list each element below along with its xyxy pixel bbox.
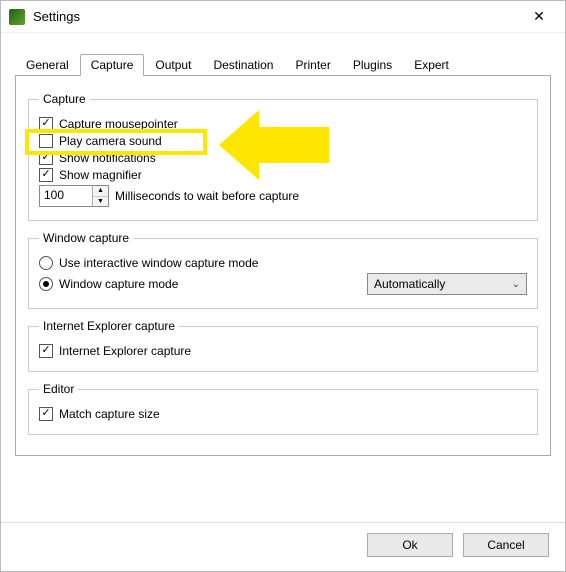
content-area: General Capture Output Destination Print… [1,33,565,522]
cancel-button[interactable]: Cancel [463,533,549,557]
checkbox-notifications[interactable] [39,151,53,165]
tab-plugins[interactable]: Plugins [342,54,403,75]
checkbox-camera-sound[interactable] [39,134,53,148]
label-ms-delay: Milliseconds to wait before capture [115,189,299,203]
label-notifications: Show notifications [59,151,156,165]
row-interactive-mode[interactable]: Use interactive window capture mode [39,256,527,270]
tab-printer[interactable]: Printer [284,54,341,75]
window-title: Settings [33,9,517,24]
tab-strip: General Capture Output Destination Print… [15,53,551,76]
ms-delay-input[interactable]: 100 ▲ ▼ [39,185,109,207]
label-ie-capture: Internet Explorer capture [59,344,191,358]
row-notifications[interactable]: Show notifications [39,151,527,165]
row-ie-capture[interactable]: Internet Explorer capture [39,344,527,358]
group-window-capture: Window capture Use interactive window ca… [28,231,538,309]
row-mousepointer[interactable]: Capture mousepointer [39,117,527,131]
row-magnifier[interactable]: Show magnifier [39,168,527,182]
close-button[interactable]: ✕ [517,2,561,32]
group-capture-legend: Capture [39,92,90,106]
row-ms-delay: 100 ▲ ▼ Milliseconds to wait before capt… [39,185,527,207]
footer: Ok Cancel [1,522,565,571]
checkbox-match-size[interactable] [39,407,53,421]
group-editor-legend: Editor [39,382,78,396]
checkbox-ie-capture[interactable] [39,344,53,358]
tab-capture[interactable]: Capture [80,54,145,76]
ms-delay-value[interactable]: 100 [40,186,92,206]
label-interactive-mode: Use interactive window capture mode [59,256,258,270]
settings-window: Settings ✕ General Capture Output Destin… [0,0,566,572]
tab-destination[interactable]: Destination [202,54,284,75]
label-mousepointer: Capture mousepointer [59,117,178,131]
spinner-up-icon[interactable]: ▲ [93,186,108,197]
combo-window-capture-mode[interactable]: Automatically ⌄ [367,273,527,295]
spinner-down-icon[interactable]: ▼ [93,197,108,207]
tab-general[interactable]: General [15,54,80,75]
close-icon: ✕ [533,8,545,25]
radio-wrap-mode[interactable]: Window capture mode [39,277,178,291]
group-window-capture-legend: Window capture [39,231,133,245]
row-camera-sound[interactable]: Play camera sound [39,134,527,148]
chevron-down-icon: ⌄ [512,279,520,290]
label-camera-sound: Play camera sound [59,134,162,148]
label-magnifier: Show magnifier [59,168,142,182]
checkbox-mousepointer[interactable] [39,117,53,131]
group-editor: Editor Match capture size [28,382,538,435]
radio-interactive-mode[interactable] [39,256,53,270]
tab-page-capture: Capture Capture mousepointer Play camera… [15,76,551,456]
ok-button[interactable]: Ok [367,533,453,557]
ms-delay-spinner[interactable]: ▲ ▼ [92,186,108,206]
group-ie-capture: Internet Explorer capture Internet Explo… [28,319,538,372]
label-match-size: Match capture size [59,407,160,421]
titlebar: Settings ✕ [1,1,565,33]
label-window-capture-mode: Window capture mode [59,277,178,291]
app-icon [9,9,25,25]
combo-value: Automatically [374,277,445,291]
tab-output[interactable]: Output [144,54,202,75]
group-capture: Capture Capture mousepointer Play camera… [28,92,538,221]
checkbox-magnifier[interactable] [39,168,53,182]
tab-expert[interactable]: Expert [403,54,460,75]
radio-window-capture-mode[interactable] [39,277,53,291]
row-window-capture-mode: Window capture mode Automatically ⌄ [39,273,527,295]
group-ie-legend: Internet Explorer capture [39,319,179,333]
row-match-size[interactable]: Match capture size [39,407,527,421]
